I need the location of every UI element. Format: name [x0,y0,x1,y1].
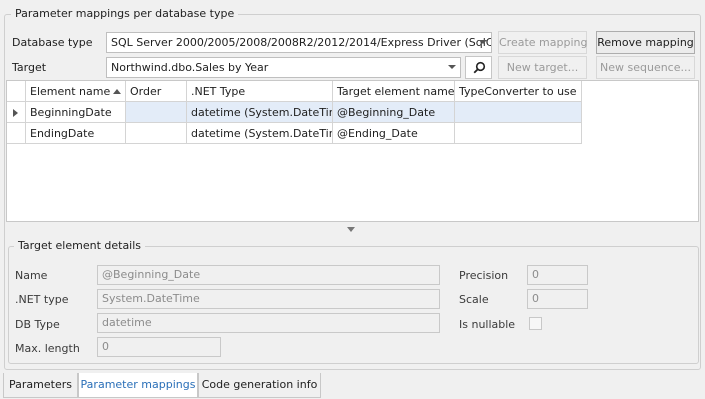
tab-parameter-mappings[interactable]: Parameter mappings [78,373,198,398]
table-cell[interactable]: @Beginning_Date [333,102,455,123]
name-field[interactable]: @Beginning_Date [97,265,440,285]
name-label: Name [15,269,48,282]
search-icon [473,61,486,74]
column-header-element-name[interactable]: Element name [26,81,126,102]
chevron-down-icon [448,65,456,69]
max-length-label: Max. length [15,342,80,355]
scale-label: Scale [459,293,489,306]
database-type-label: Database type [12,36,93,49]
tab-parameters[interactable]: Parameters [3,373,78,398]
precision-field[interactable]: 0 [527,265,588,285]
row-indicator-icon [13,109,18,117]
target-select[interactable]: Northwind.dbo.Sales by Year [106,57,461,78]
mappings-group-title: Parameter mappings per database type [11,7,239,20]
splitter-arrow-icon[interactable] [347,227,355,232]
target-search-button[interactable] [465,56,492,79]
table-cell[interactable]: @Ending_Date [333,123,455,144]
scale-field[interactable]: 0 [527,289,588,309]
table-cell[interactable]: EndingDate [26,123,126,144]
table-cell[interactable] [126,123,187,144]
column-header-order[interactable]: Order [126,81,187,102]
table-cell[interactable] [455,123,582,144]
column-header-net-type[interactable]: .NET Type [187,81,333,102]
table-cell[interactable]: datetime (System.DateTime) [187,123,333,144]
remove-mapping-button[interactable]: Remove mapping [596,31,695,54]
row-indicator[interactable] [7,123,26,144]
table-cell[interactable]: BeginningDate [26,102,126,123]
table-cell[interactable]: datetime (System.DateTime) [187,102,333,123]
precision-label: Precision [459,269,509,282]
table-cell[interactable] [126,102,187,123]
db-type-field[interactable]: datetime [97,313,440,333]
column-header-typeconverter[interactable]: TypeConverter to use [455,81,582,102]
net-type-field[interactable]: System.DateTime [97,289,440,309]
mappings-grid[interactable]: Element name Order .NET Type Target elem… [6,80,699,222]
max-length-field[interactable]: 0 [97,337,221,357]
database-type-value: SQL Server 2000/2005/2008/2008R2/2012/20… [111,36,492,49]
target-label: Target [12,61,47,74]
new-target-button[interactable]: New target... [498,56,587,79]
row-indicator-header [7,81,26,102]
details-group-title: Target element details [14,239,146,252]
chevron-down-icon [479,40,487,44]
create-mapping-button[interactable]: Create mapping [498,31,587,54]
table-cell[interactable] [455,102,582,123]
database-type-select[interactable]: SQL Server 2000/2005/2008/2008R2/2012/20… [106,32,492,53]
net-type-label: .NET type [15,293,69,306]
tab-code-generation-info[interactable]: Code generation info [198,373,321,398]
new-sequence-button[interactable]: New sequence... [596,56,695,79]
is-nullable-label: Is nullable [459,318,516,331]
row-indicator[interactable] [7,102,26,123]
sort-ascending-icon [113,89,121,94]
target-value: Northwind.dbo.Sales by Year [111,61,269,74]
column-header-target-element-name[interactable]: Target element name [333,81,455,102]
is-nullable-checkbox[interactable] [529,317,542,330]
db-type-label: DB Type [15,318,60,331]
